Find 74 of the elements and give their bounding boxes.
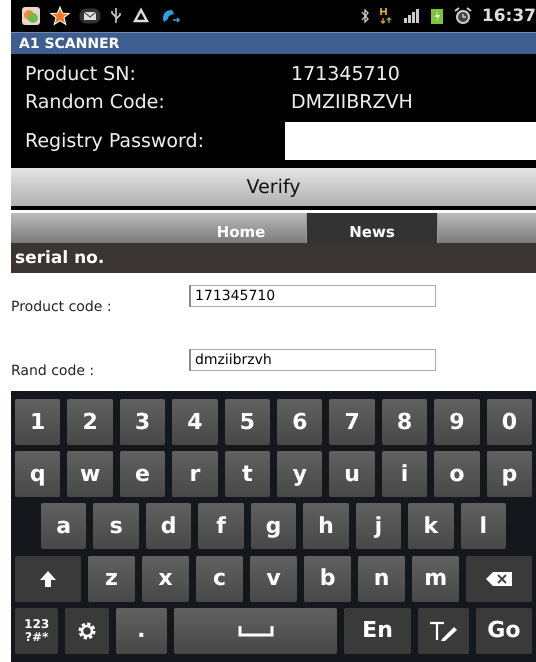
field-label: Rand code : <box>11 363 96 379</box>
keyboard-key[interactable]: r <box>172 451 218 498</box>
keyboard-key[interactable]: s <box>93 503 139 550</box>
nav-tab[interactable]: News <box>307 213 438 243</box>
keyboard-key[interactable]: Go <box>476 608 532 654</box>
keyboard-key[interactable]: a <box>41 503 86 550</box>
keyboard-key[interactable]: 5 <box>224 399 270 446</box>
text-field[interactable]: 171345710 <box>189 285 436 307</box>
keyboard-key[interactable]: e <box>120 451 166 498</box>
keyboard-key[interactable]: h <box>303 503 349 550</box>
field-value: 171345710 <box>291 63 400 85</box>
field-label: Registry Password: <box>25 130 205 152</box>
keyboard-key[interactable] <box>418 608 469 654</box>
field-value: DMZIIBRZVH <box>291 91 413 113</box>
app-title: A1 SCANNER <box>19 36 120 52</box>
keyboard-key[interactable]: o <box>434 451 480 498</box>
keyboard-key[interactable] <box>466 556 532 602</box>
keyboard-key[interactable]: 0 <box>486 399 532 446</box>
field-label: Random Code: <box>25 91 166 113</box>
signal-icon <box>402 8 421 24</box>
mail-icon <box>79 8 101 24</box>
keyboard-key[interactable]: x <box>142 556 189 602</box>
keyboard-key[interactable]: p <box>486 451 532 498</box>
keyboard-key[interactable]: f <box>198 503 244 550</box>
alarm-icon <box>452 6 473 26</box>
keyboard-key[interactable]: En <box>344 608 411 654</box>
keyboard-key[interactable] <box>65 608 109 654</box>
data-icon <box>380 7 394 25</box>
keyboard-key[interactable]: 2 <box>67 399 113 446</box>
keyboard-key[interactable]: k <box>408 503 454 550</box>
keyboard-key[interactable]: . <box>116 608 167 654</box>
usb-icon <box>110 7 122 25</box>
phone-icon <box>160 7 180 25</box>
field-label: Product code : <box>11 299 113 315</box>
keyboard-key[interactable]: v <box>250 556 298 602</box>
keyboard-key[interactable]: 3 <box>120 399 166 446</box>
verify-button[interactable]: Verify <box>11 168 536 206</box>
backspace-icon <box>485 570 514 587</box>
bluetooth-icon <box>358 7 371 25</box>
keyboard-key[interactable]: 7 <box>329 399 375 446</box>
keyboard-key[interactable]: q <box>15 451 60 498</box>
space-bar-icon <box>238 624 274 637</box>
clock-time: 16:37 <box>482 6 536 26</box>
text-pen-icon <box>428 620 458 642</box>
keyboard-key[interactable]: g <box>250 503 296 550</box>
keyboard-key[interactable]: 9 <box>434 399 480 446</box>
password-field[interactable] <box>285 122 536 160</box>
keyboard-key[interactable]: 123 ?#* <box>15 608 58 654</box>
keyboard-key[interactable] <box>15 556 81 602</box>
keyboard-key[interactable]: 8 <box>382 399 428 446</box>
keyboard-key[interactable]: z <box>88 556 135 602</box>
app-icon <box>21 6 41 26</box>
keyboard-key[interactable]: n <box>358 556 406 602</box>
keyboard-key[interactable]: 1 <box>15 399 60 446</box>
battery-icon <box>430 7 444 25</box>
shift-icon <box>38 568 58 589</box>
keyboard-key[interactable]: b <box>304 556 352 602</box>
keyboard-key[interactable]: w <box>67 451 113 498</box>
gear-icon <box>77 620 98 641</box>
section-title: serial no. <box>14 248 104 268</box>
keyboard-key[interactable]: l <box>460 503 506 550</box>
keyboard-key[interactable]: 6 <box>277 399 322 446</box>
keyboard-key[interactable]: t <box>224 451 270 498</box>
keyboard-key[interactable]: 4 <box>172 399 218 446</box>
keyboard-key[interactable]: y <box>277 451 322 498</box>
star-icon <box>50 6 70 26</box>
keyboard-key[interactable]: c <box>196 556 243 602</box>
keyboard-key[interactable]: m <box>412 556 460 602</box>
keyboard-key[interactable]: u <box>329 451 375 498</box>
keyboard-key[interactable]: i <box>382 451 428 498</box>
text-field[interactable]: dmziibrzvh <box>189 349 436 371</box>
keyboard-key[interactable]: j <box>356 503 402 550</box>
keyboard-key[interactable]: d <box>146 503 192 550</box>
field-label: Product SN: <box>25 63 137 85</box>
